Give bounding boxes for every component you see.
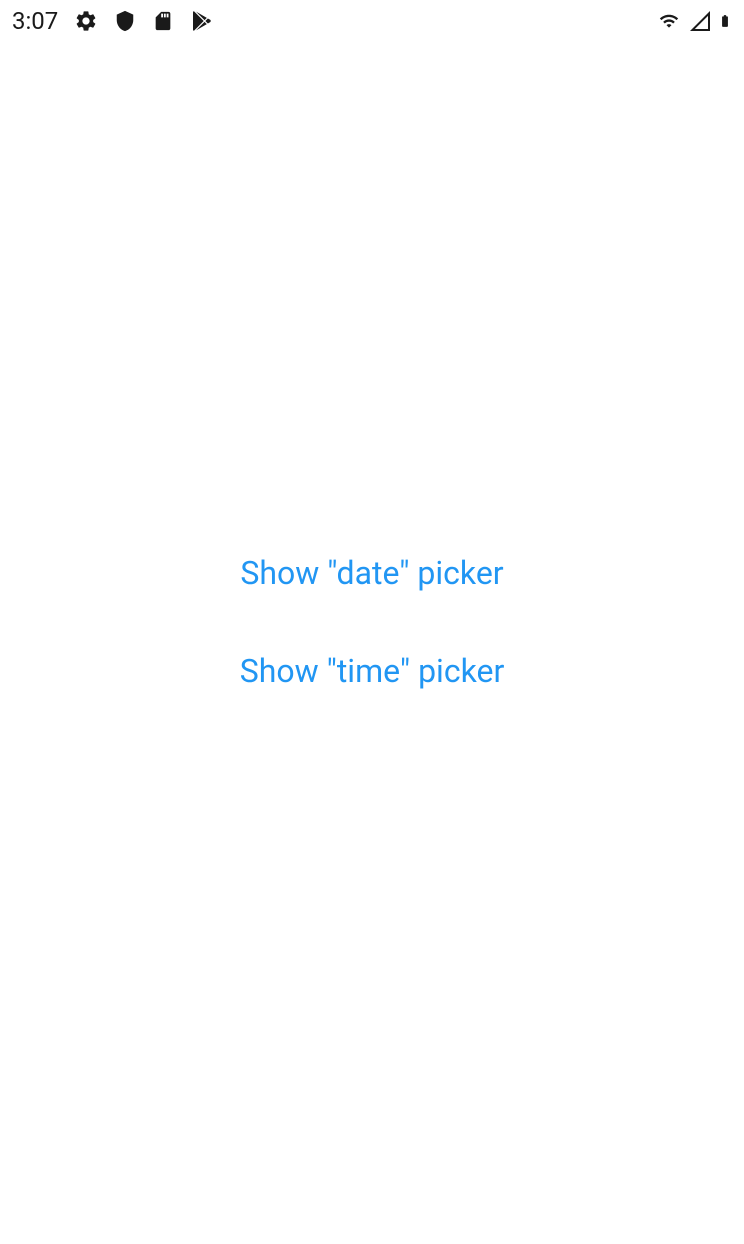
main-content: Show "date" picker Show "time" picker — [0, 0, 744, 1244]
show-date-picker-button[interactable]: Show "date" picker — [240, 554, 503, 592]
show-time-picker-button[interactable]: Show "time" picker — [240, 652, 505, 690]
